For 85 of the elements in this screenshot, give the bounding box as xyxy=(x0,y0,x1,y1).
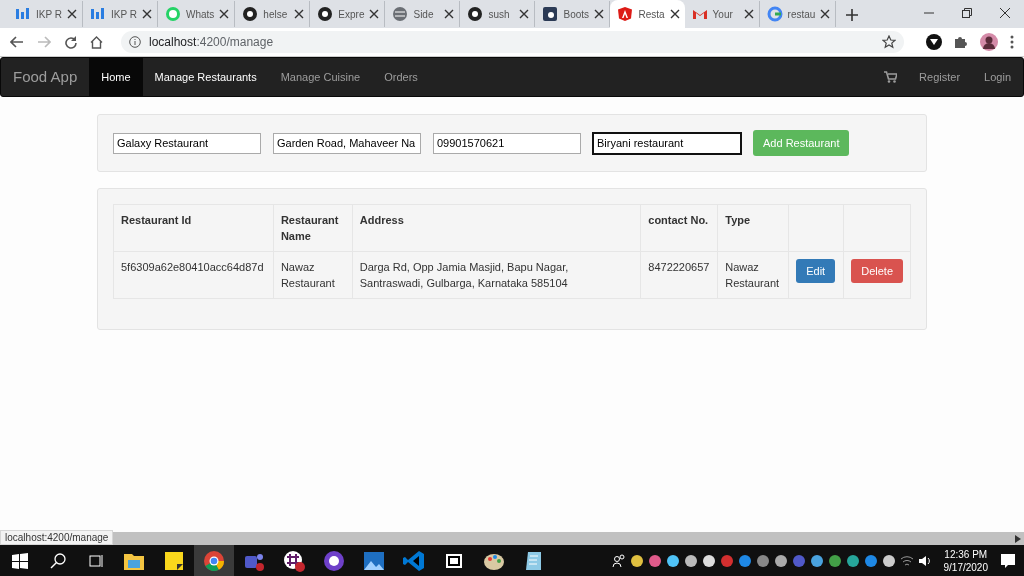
browser-tab[interactable]: Side xyxy=(385,1,461,27)
tab-title: Side xyxy=(413,8,435,20)
reload-icon[interactable] xyxy=(64,35,77,49)
back-arrow-icon[interactable] xyxy=(10,36,24,48)
browser-tab[interactable]: sush xyxy=(460,1,536,27)
wifi-icon[interactable] xyxy=(899,553,914,568)
input-field[interactable]: Galaxy Restaurant xyxy=(113,132,261,154)
info-icon xyxy=(129,36,141,48)
nav-link[interactable]: Register xyxy=(907,57,973,97)
table-cell: Nawaz Restaurant xyxy=(273,251,353,299)
browser-tab[interactable]: Resta xyxy=(610,0,685,28)
close-icon[interactable] xyxy=(369,9,380,19)
close-icon[interactable] xyxy=(142,9,152,19)
tab-title: Your xyxy=(712,8,734,20)
tab-title: Resta xyxy=(638,8,665,20)
input-field[interactable]: Garden Road, Mahaveer Na xyxy=(273,132,421,154)
input-field[interactable]: Biryani restaurant xyxy=(593,132,741,154)
close-icon[interactable] xyxy=(743,9,754,19)
close-icon[interactable] xyxy=(594,9,605,19)
clock-time[interactable]: 12:36 PM xyxy=(944,547,988,561)
nav-link[interactable]: Manage Restaurants xyxy=(142,57,269,97)
column-header: Type xyxy=(717,204,789,252)
close-icon[interactable] xyxy=(444,9,455,19)
status-url-tooltip: localhost:4200/manage xyxy=(0,530,114,545)
tab-title: IKP R xyxy=(36,8,62,20)
clock-date[interactable]: 9/17/2020 xyxy=(943,560,988,574)
tab-title: restau xyxy=(787,8,816,20)
avatar-icon[interactable] xyxy=(980,33,998,51)
table-cell: 5f6309a62e80410acc64d87d xyxy=(113,251,274,299)
browser-tab[interactable]: restau xyxy=(759,1,837,27)
close-icon[interactable] xyxy=(1000,8,1010,18)
browser-tab[interactable]: helse xyxy=(235,1,311,27)
browser-tab[interactable]: Your xyxy=(684,1,760,27)
brand-link[interactable]: Food App xyxy=(1,57,90,97)
column-header: Restaurant Name xyxy=(273,204,353,252)
close-icon[interactable] xyxy=(820,9,831,19)
column-header: Restaurant Id xyxy=(113,204,274,252)
search-icon[interactable] xyxy=(50,552,66,569)
edit-button[interactable]: Edit xyxy=(796,259,836,283)
bars-icon xyxy=(15,6,31,22)
nav-link[interactable]: Orders xyxy=(372,57,430,97)
restore-icon[interactable] xyxy=(962,8,972,18)
scroll-right-icon[interactable] xyxy=(1015,534,1021,543)
notification-icon[interactable] xyxy=(1000,552,1016,569)
speaker-icon[interactable] xyxy=(917,553,932,568)
star-icon[interactable] xyxy=(882,35,896,49)
browser-tab[interactable]: IKP R xyxy=(83,1,158,27)
column-header: contact No. xyxy=(640,204,718,252)
puzzle-icon[interactable] xyxy=(954,35,968,49)
address-bar[interactable]: localhost:4200/manage xyxy=(121,31,904,53)
new-tab-icon[interactable] xyxy=(846,9,859,21)
close-icon[interactable] xyxy=(519,9,530,19)
windows-icon[interactable] xyxy=(12,552,28,569)
tab-title: sush xyxy=(488,8,511,20)
nav-link[interactable]: Home xyxy=(89,57,143,97)
tab-title: IKP R xyxy=(111,8,137,20)
tab-title: helse xyxy=(263,8,289,20)
close-icon[interactable] xyxy=(294,9,305,19)
filter-icon[interactable] xyxy=(926,34,942,50)
close-icon[interactable] xyxy=(219,9,230,19)
cart-icon[interactable] xyxy=(884,71,898,83)
column-header: Address xyxy=(352,204,641,252)
browser-tab[interactable]: Boots xyxy=(535,1,611,27)
nav-link[interactable]: Manage Cuisine xyxy=(268,57,373,97)
url-text: localhost:4200/manage xyxy=(149,35,274,49)
table-cell: Nawaz Restaurant xyxy=(717,251,789,299)
home-icon[interactable] xyxy=(90,35,103,49)
browser-tab[interactable]: IKP R xyxy=(8,1,83,27)
more-icon[interactable] xyxy=(1010,35,1014,49)
tab-title: Whats xyxy=(186,8,215,20)
table-cell: 8472220657 xyxy=(640,251,718,299)
browser-tab[interactable]: Whats xyxy=(158,1,236,27)
nav-link[interactable]: Login xyxy=(972,57,1023,97)
close-icon[interactable] xyxy=(669,9,680,19)
input-field[interactable]: 09901570621 xyxy=(433,132,581,154)
delete-button[interactable]: Delete xyxy=(851,259,903,283)
table-cell: Darga Rd, Opp Jamia Masjid, Bapu Nagar, Santraswadi, Gulbarga, Karnataka 585104 xyxy=(352,251,641,299)
task-view-icon[interactable] xyxy=(88,552,104,569)
close-icon[interactable] xyxy=(67,9,77,19)
taskbar-app[interactable] xyxy=(194,545,234,576)
tab-title: Expre xyxy=(338,8,365,20)
tab-title: Boots xyxy=(563,8,590,20)
g-logo-icon xyxy=(766,6,783,22)
bars-icon xyxy=(90,6,106,22)
browser-tab[interactable]: Expre xyxy=(310,1,386,27)
